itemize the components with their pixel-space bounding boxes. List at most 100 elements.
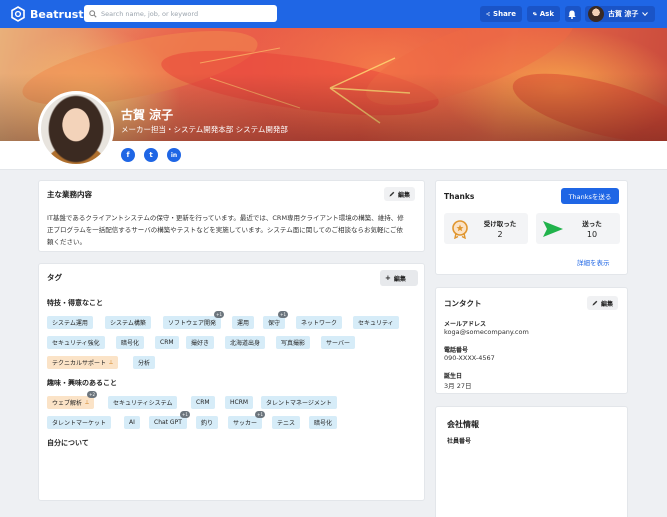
ask-label: Ask xyxy=(539,10,554,18)
interest-tag-highlighted[interactable]: ウェブ解析 ⟂ +2 xyxy=(47,391,98,409)
interest-tag[interactable]: タレントマーケット xyxy=(47,416,112,429)
skill-tag[interactable]: 運用 xyxy=(232,316,255,329)
business-title: 主な業務内容 xyxy=(47,190,92,199)
skill-tag[interactable]: 暗号化 xyxy=(116,336,145,349)
beatrust-logo-icon xyxy=(11,6,25,22)
interest-tag[interactable]: HCRM xyxy=(225,396,254,409)
skill-tag[interactable]: システム運用 xyxy=(47,316,93,329)
pencil-icon xyxy=(592,300,598,306)
skill-tag[interactable]: セキュリティ xyxy=(353,316,399,329)
brand-logo[interactable]: Beatrust xyxy=(10,6,84,22)
contact-edit-button[interactable]: 編集 xyxy=(587,296,619,310)
share-label: Share xyxy=(493,10,516,18)
user-avatar xyxy=(588,6,604,22)
company-title: 会社情報 xyxy=(447,420,479,429)
share-button[interactable]: Share xyxy=(480,6,522,22)
skill-tag-label: ソフトウェア開発 xyxy=(168,320,217,327)
contact-title: コンタクト xyxy=(444,299,482,308)
business-edit-button[interactable]: 編集 xyxy=(384,187,416,201)
skill-tag[interactable]: 写真撮影 xyxy=(276,336,311,349)
endorse-count-badge: +1 xyxy=(214,311,225,318)
tags-title: タグ xyxy=(47,273,62,282)
skill-tag[interactable]: CRM xyxy=(155,336,179,349)
thanks-sent-box[interactable]: 送った 10 xyxy=(536,213,620,244)
interest-tag[interactable]: 暗号化 xyxy=(309,416,338,429)
brand-name: Beatrust xyxy=(30,7,84,21)
interest-tag-label: サッカー xyxy=(233,420,258,427)
contact-card: コンタクト 編集 メールアドレス koga@somecompany.com 電話… xyxy=(435,287,628,394)
linkedin-icon[interactable]: in xyxy=(167,148,181,162)
skill-tag[interactable]: 保守 +1 xyxy=(263,311,289,329)
endorse-icon: ⟂ xyxy=(85,398,90,406)
endorse-count-badge: +2 xyxy=(87,391,98,398)
business-edit-label: 編集 xyxy=(398,191,411,199)
birthday-label: 誕生日 xyxy=(444,373,463,380)
profile-name: 古賀 涼子 xyxy=(121,108,174,122)
sent-count: 10 xyxy=(586,230,598,239)
birthday-value: 3月 27日 xyxy=(444,382,472,390)
skill-tag[interactable]: セキュリティ強化 xyxy=(47,336,105,349)
tags-card: タグ + 編集 特技・得意なこと システム運用 システム構築 ソフトウェア開発 +… xyxy=(38,263,425,501)
skill-tag[interactable]: システム構築 xyxy=(105,316,151,329)
skill-tag-label: 保守 xyxy=(268,320,281,327)
send-thanks-button[interactable]: Thanksを送る xyxy=(561,188,619,204)
thanks-card: Thanks Thanksを送る 受け取った 2 送った 10 詳細を表示 xyxy=(435,180,628,275)
chevron-down-icon xyxy=(642,12,649,16)
plus-icon: + xyxy=(385,274,391,282)
email-label: メールアドレス xyxy=(444,321,487,328)
email-link[interactable]: koga@somecompany.com xyxy=(444,328,529,336)
search-placeholder: Search name, job, or keyword xyxy=(101,9,199,18)
phone-link[interactable]: 090-XXXX-4567 xyxy=(444,354,495,362)
facebook-icon[interactable]: f xyxy=(121,148,135,162)
interest-tag[interactable]: 釣り xyxy=(196,416,219,429)
search-input[interactable]: Search name, job, or keyword xyxy=(84,5,277,22)
endorse-icon: ⟂ xyxy=(109,358,114,366)
skill-tag[interactable]: 分析 xyxy=(133,356,156,369)
endorse-count-badge: +1 xyxy=(255,411,266,418)
skill-tag[interactable]: サーバー xyxy=(321,336,355,349)
interest-tag-label: ウェブ解析 xyxy=(52,400,83,407)
tags-edit-label: 編集 xyxy=(393,275,406,283)
profile-avatar xyxy=(38,91,114,167)
about-heading: 自分について xyxy=(47,439,89,447)
business-card: 主な業務内容 編集 IT基盤であるクライアントシステムの保守・更新を行っています… xyxy=(38,180,425,252)
thanks-title: Thanks xyxy=(444,192,475,201)
skill-tag-label: テクニカルサポート xyxy=(52,360,107,367)
profile-department: メーカー担当・システム開発本部 システム開発部 xyxy=(121,125,288,134)
user-menu-name: 古賀 涼子 xyxy=(608,10,639,18)
ask-button[interactable]: Ask xyxy=(527,6,560,22)
endorse-count-badge: +1 xyxy=(278,311,289,318)
pencil-icon xyxy=(389,191,395,197)
company-card: 会社情報 社員番号 xyxy=(435,406,628,517)
employee-id-label: 社員番号 xyxy=(447,438,472,445)
interest-tag-label: Chat GPT xyxy=(154,419,182,426)
phone-label: 電話番号 xyxy=(444,347,469,354)
chat-icon xyxy=(533,12,537,16)
user-menu[interactable]: 古賀 涼子 xyxy=(585,6,655,22)
thanks-details-link[interactable]: 詳細を表示 xyxy=(577,257,610,267)
share-icon xyxy=(486,12,490,16)
search-icon xyxy=(89,9,97,18)
received-label: 受け取った xyxy=(483,220,517,228)
interest-tag[interactable]: AI xyxy=(124,416,140,429)
interest-tag[interactable]: テニス xyxy=(272,416,301,429)
interest-tag[interactable]: タレントマネージメント xyxy=(261,396,337,409)
business-description: IT基盤であるクライアントシステムの保守・更新を行っています。最近では、CRM専… xyxy=(47,214,404,246)
skills-heading: 特技・得意なこと xyxy=(47,299,103,307)
skill-tag-highlighted[interactable]: テクニカルサポート ⟂ xyxy=(47,356,119,369)
received-count: 2 xyxy=(497,230,503,239)
skill-tag[interactable]: 北海道出身 xyxy=(225,336,266,349)
interest-tag[interactable]: セキュリティシステム xyxy=(108,396,178,409)
skill-tag[interactable]: ソフトウェア開発 +1 xyxy=(163,311,225,329)
interest-tag[interactable]: Chat GPT +1 xyxy=(149,411,190,429)
endorse-count-badge: +1 xyxy=(179,411,190,418)
interest-tag[interactable]: CRM xyxy=(191,396,215,409)
notifications-button[interactable] xyxy=(565,6,581,22)
thanks-received-box[interactable]: 受け取った 2 xyxy=(444,213,528,244)
skill-tag[interactable]: 撮好き xyxy=(186,336,215,349)
skill-tag[interactable]: ネットワーク xyxy=(296,316,343,329)
tags-edit-button[interactable]: + 編集 xyxy=(380,270,418,286)
sent-label: 送った xyxy=(582,220,602,228)
interest-tag[interactable]: サッカー +1 xyxy=(228,411,266,429)
twitter-icon[interactable]: t xyxy=(144,148,158,162)
